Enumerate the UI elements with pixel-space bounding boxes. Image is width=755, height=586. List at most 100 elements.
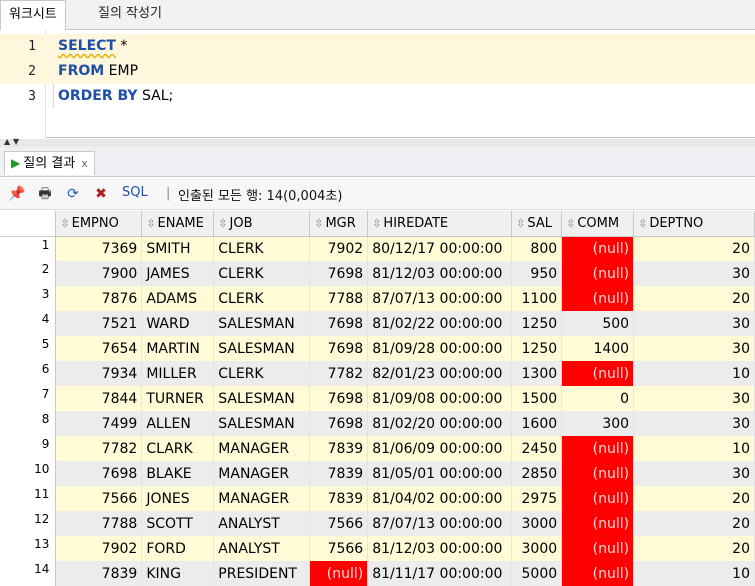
cell-sal[interactable]: 2975 bbox=[511, 486, 563, 511]
cell-empno[interactable]: 7788 bbox=[55, 511, 143, 536]
cell-job[interactable]: SALESMAN bbox=[213, 311, 311, 336]
cell-ename[interactable]: BLAKE bbox=[141, 461, 215, 486]
table-row[interactable]: 13 7902 FORD ANALYST 7566 81/12/03 00:00:00 30… bbox=[0, 536, 755, 561]
cell-deptno[interactable]: 30 bbox=[633, 461, 755, 486]
cell-comm[interactable]: (null) bbox=[561, 261, 635, 286]
cell-empno[interactable]: 7499 bbox=[55, 411, 143, 436]
tab-worksheet[interactable]: 워크시트 bbox=[0, 0, 66, 31]
table-row[interactable]: 6 7934 MILLER CLERK 7782 82/01/23 00:00:00 130… bbox=[0, 361, 755, 386]
print-icon[interactable]: 🖶 bbox=[36, 185, 54, 203]
cell-hiredate[interactable]: 81/09/08 00:00:00 bbox=[367, 386, 513, 411]
cell-hiredate[interactable]: 81/12/03 00:00:00 bbox=[367, 536, 513, 561]
cell-deptno[interactable]: 30 bbox=[633, 311, 755, 336]
row-number[interactable]: 12 bbox=[0, 511, 57, 536]
cell-ename[interactable]: FORD bbox=[141, 536, 215, 561]
cell-deptno[interactable]: 20 bbox=[633, 486, 755, 511]
cell-ename[interactable]: JONES bbox=[141, 486, 215, 511]
cell-mgr[interactable]: 7839 bbox=[309, 486, 369, 511]
cell-empno[interactable]: 7839 bbox=[55, 561, 143, 586]
cell-comm[interactable]: (null) bbox=[561, 236, 635, 261]
cell-deptno[interactable]: 10 bbox=[633, 561, 755, 586]
cell-comm[interactable]: 300 bbox=[561, 411, 635, 436]
cell-sal[interactable]: 1100 bbox=[511, 286, 563, 311]
cell-job[interactable]: CLERK bbox=[213, 236, 311, 261]
cell-comm[interactable]: (null) bbox=[561, 436, 635, 461]
column-header-sal[interactable]: ⇳ SAL bbox=[511, 211, 563, 237]
cell-mgr[interactable]: 7698 bbox=[309, 311, 369, 336]
cell-ename[interactable]: SMITH bbox=[141, 236, 215, 261]
row-number[interactable]: 10 bbox=[0, 461, 57, 486]
cell-mgr[interactable]: (null) bbox=[309, 561, 369, 586]
row-number[interactable]: 8 bbox=[0, 411, 57, 436]
column-header-empno[interactable]: ⇳ EMPNO bbox=[55, 211, 143, 237]
cell-mgr[interactable]: 7902 bbox=[309, 236, 369, 261]
cell-hiredate[interactable]: 81/12/03 00:00:00 bbox=[367, 261, 513, 286]
cell-sal[interactable]: 2450 bbox=[511, 436, 563, 461]
cell-empno[interactable]: 7844 bbox=[55, 386, 143, 411]
refresh-icon[interactable]: ⟳ bbox=[64, 185, 82, 203]
cell-deptno[interactable]: 10 bbox=[633, 361, 755, 386]
table-row[interactable]: 14 7839 KING PRESIDENT (null) 81/11/17 00:00:… bbox=[0, 561, 755, 586]
tab-query-builder[interactable]: 질의 작성기 bbox=[90, 0, 170, 30]
column-header-hiredate[interactable]: ⇳ HIREDATE bbox=[367, 211, 513, 237]
tab-query-result[interactable]: ▶ 질의 결과 x bbox=[4, 151, 95, 175]
column-header-comm[interactable]: ⇳ COMM bbox=[561, 211, 635, 237]
cell-hiredate[interactable]: 81/02/20 00:00:00 bbox=[367, 411, 513, 436]
cell-sal[interactable]: 1250 bbox=[511, 336, 563, 361]
cell-sal[interactable]: 1600 bbox=[511, 411, 563, 436]
cell-hiredate[interactable]: 82/01/23 00:00:00 bbox=[367, 361, 513, 386]
cell-comm[interactable]: (null) bbox=[561, 486, 635, 511]
cell-comm[interactable]: 0 bbox=[561, 386, 635, 411]
table-row[interactable]: 1 7369 SMITH CLERK 7902 80/12/17 00:00:00 800(… bbox=[0, 236, 755, 261]
close-icon[interactable]: x bbox=[81, 157, 88, 170]
cell-empno[interactable]: 7902 bbox=[55, 536, 143, 561]
table-row[interactable]: 11 7566 JONES MANAGER 7839 81/04/02 00:00:00 2… bbox=[0, 486, 755, 511]
cell-empno[interactable]: 7654 bbox=[55, 336, 143, 361]
cell-ename[interactable]: CLARK bbox=[141, 436, 215, 461]
cell-sal[interactable]: 3000 bbox=[511, 511, 563, 536]
cell-ename[interactable]: TURNER bbox=[141, 386, 215, 411]
cell-empno[interactable]: 7876 bbox=[55, 286, 143, 311]
cell-mgr[interactable]: 7788 bbox=[309, 286, 369, 311]
table-row[interactable]: 5 7654 MARTIN SALESMAN 7698 81/09/28 00:00:00… bbox=[0, 336, 755, 361]
row-number[interactable]: 11 bbox=[0, 486, 57, 511]
cell-hiredate[interactable]: 81/05/01 00:00:00 bbox=[367, 461, 513, 486]
cell-hiredate[interactable]: 87/07/13 00:00:00 bbox=[367, 286, 513, 311]
column-header-deptno[interactable]: ⇳ DEPTNO bbox=[633, 211, 755, 237]
cell-job[interactable]: PRESIDENT bbox=[213, 561, 311, 586]
sql-editor[interactable]: 1 SELECT * 2 FROM EMP 3 ORDER BY SAL; bbox=[0, 30, 755, 138]
row-number[interactable]: 9 bbox=[0, 436, 57, 461]
cell-sal[interactable]: 3000 bbox=[511, 536, 563, 561]
sql-link[interactable]: SQL bbox=[122, 185, 148, 200]
cell-deptno[interactable]: 20 bbox=[633, 286, 755, 311]
cell-comm[interactable]: (null) bbox=[561, 286, 635, 311]
editor-line[interactable]: 2 FROM EMP bbox=[0, 59, 755, 84]
cell-mgr[interactable]: 7839 bbox=[309, 461, 369, 486]
code-text[interactable]: FROM EMP bbox=[58, 59, 138, 84]
cell-hiredate[interactable]: 81/06/09 00:00:00 bbox=[367, 436, 513, 461]
cell-sal[interactable]: 950 bbox=[511, 261, 563, 286]
cell-ename[interactable]: WARD bbox=[141, 311, 215, 336]
cell-deptno[interactable]: 20 bbox=[633, 536, 755, 561]
cell-ename[interactable]: SCOTT bbox=[141, 511, 215, 536]
cell-job[interactable]: SALESMAN bbox=[213, 336, 311, 361]
cell-job[interactable]: MANAGER bbox=[213, 436, 311, 461]
row-number[interactable]: 13 bbox=[0, 536, 57, 561]
table-row[interactable]: 12 7788 SCOTT ANALYST 7566 87/07/13 00:00:00 3… bbox=[0, 511, 755, 536]
cell-ename[interactable]: ADAMS bbox=[141, 286, 215, 311]
cell-empno[interactable]: 7934 bbox=[55, 361, 143, 386]
cell-mgr[interactable]: 7698 bbox=[309, 261, 369, 286]
cell-comm[interactable]: 1400 bbox=[561, 336, 635, 361]
cell-sal[interactable]: 5000 bbox=[511, 561, 563, 586]
cell-ename[interactable]: MARTIN bbox=[141, 336, 215, 361]
table-row[interactable]: 7 7844 TURNER SALESMAN 7698 81/09/08 00:00:00… bbox=[0, 386, 755, 411]
cell-deptno[interactable]: 30 bbox=[633, 261, 755, 286]
cell-job[interactable]: MANAGER bbox=[213, 486, 311, 511]
cell-mgr[interactable]: 7698 bbox=[309, 386, 369, 411]
code-text[interactable]: SELECT * bbox=[58, 34, 127, 59]
table-row[interactable]: 2 7900 JAMES CLERK 7698 81/12/03 00:00:00 950(… bbox=[0, 261, 755, 286]
cell-deptno[interactable]: 20 bbox=[633, 511, 755, 536]
collapse-down-icon[interactable]: ▼ bbox=[13, 137, 19, 146]
cell-comm[interactable]: (null) bbox=[561, 511, 635, 536]
cell-comm[interactable]: (null) bbox=[561, 461, 635, 486]
